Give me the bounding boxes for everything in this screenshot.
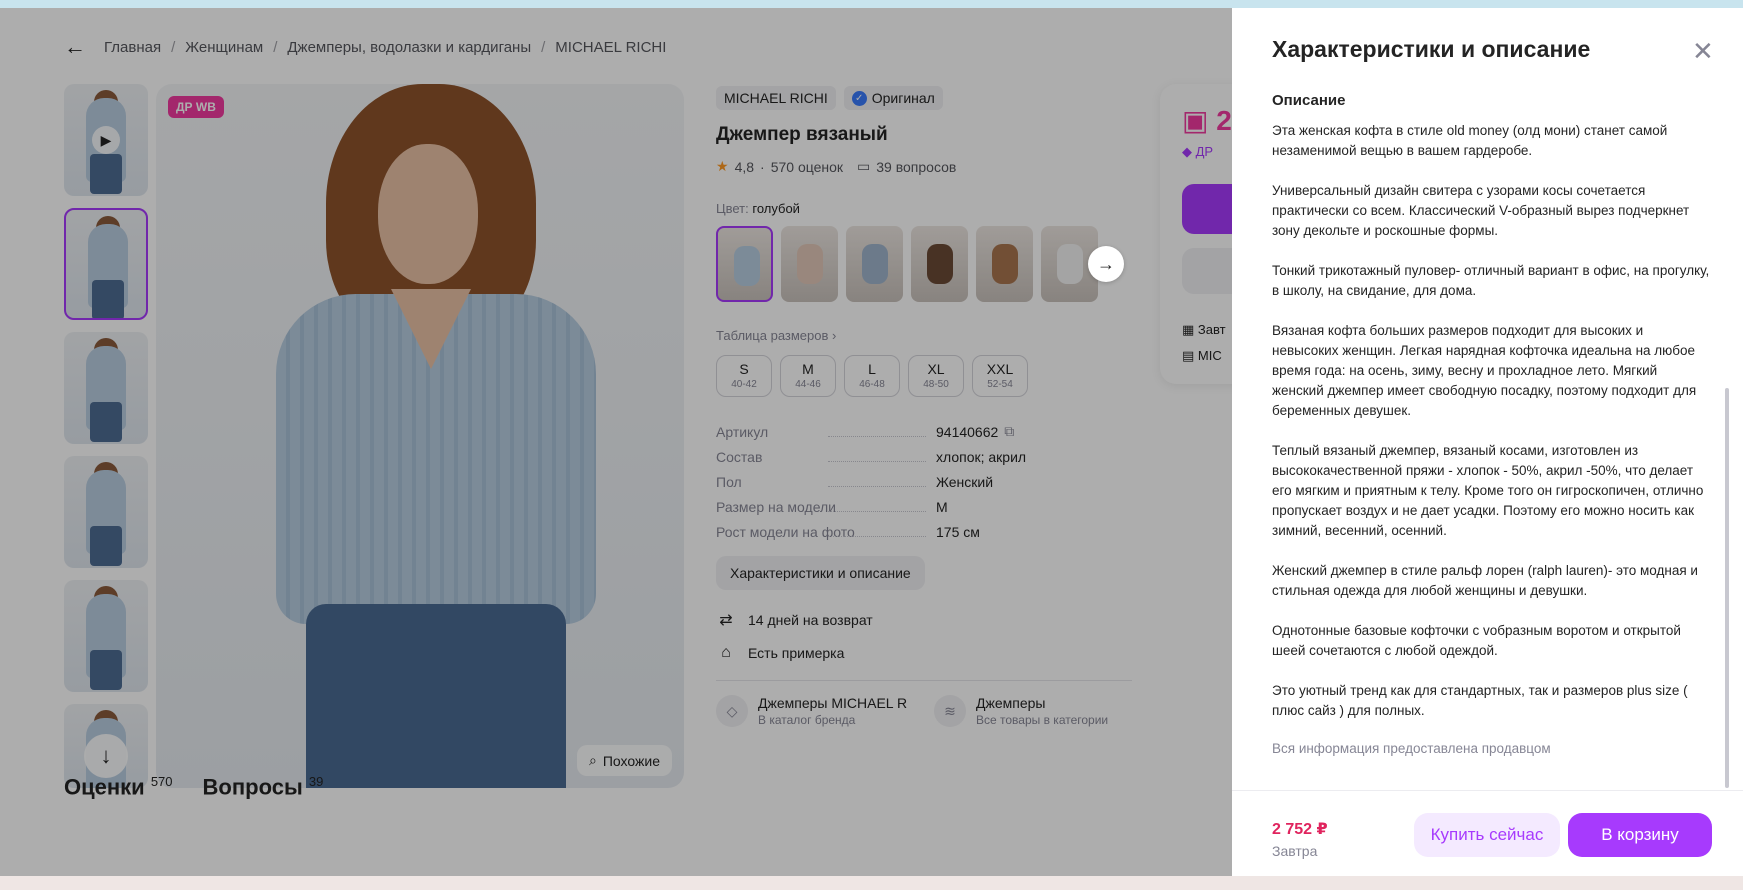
description-paragraph: Вязаная кофта больших размеров подходит … (1272, 323, 1697, 418)
drawer-scrollbar[interactable] (1725, 388, 1729, 788)
description-paragraph: Теплый вязаный джемпер, вязаный косами, … (1272, 443, 1704, 538)
description-paragraph: Это уютный тренд как для стандартных, та… (1272, 683, 1688, 718)
add-to-cart-button[interactable]: В корзину (1568, 813, 1712, 857)
drawer-title: Характеристики и описание (1272, 36, 1591, 62)
close-icon[interactable]: ✕ (1692, 38, 1714, 64)
description-drawer: Характеристики и описание ✕ Описание Эта… (1232, 8, 1743, 876)
description-heading: Описание (1272, 92, 1346, 109)
buy-now-button[interactable]: Купить сейчас (1414, 813, 1560, 857)
next-arrow-icon[interactable]: → (1088, 246, 1124, 282)
footer-delivery: Завтра (1272, 843, 1318, 859)
seller-note: Вся информация предоставлена продавцом (1272, 741, 1551, 756)
description-paragraph: Однотонные базовые кофточки с vобразным … (1272, 623, 1681, 658)
drawer-body: Описание Эта женская кофта в стиле old m… (1272, 92, 1712, 772)
modal-backdrop[interactable] (0, 8, 1232, 876)
footer-price: 2 752 ₽ (1272, 821, 1328, 838)
drawer-footer: 2 752 ₽ Завтра Купить сейчас В корзину (1232, 790, 1743, 876)
browser-top-strip (0, 0, 1743, 8)
description-paragraph: Универсальный дизайн свитера с узорами к… (1272, 183, 1690, 238)
browser-bottom-strip (0, 876, 1743, 890)
description-paragraph: Женский джемпер в стиле ральф лорен (ral… (1272, 563, 1698, 598)
description-paragraph: Тонкий трикотажный пуловер- отличный вар… (1272, 263, 1710, 298)
description-paragraph: Эта женская кофта в стиле old money (олд… (1272, 123, 1668, 158)
